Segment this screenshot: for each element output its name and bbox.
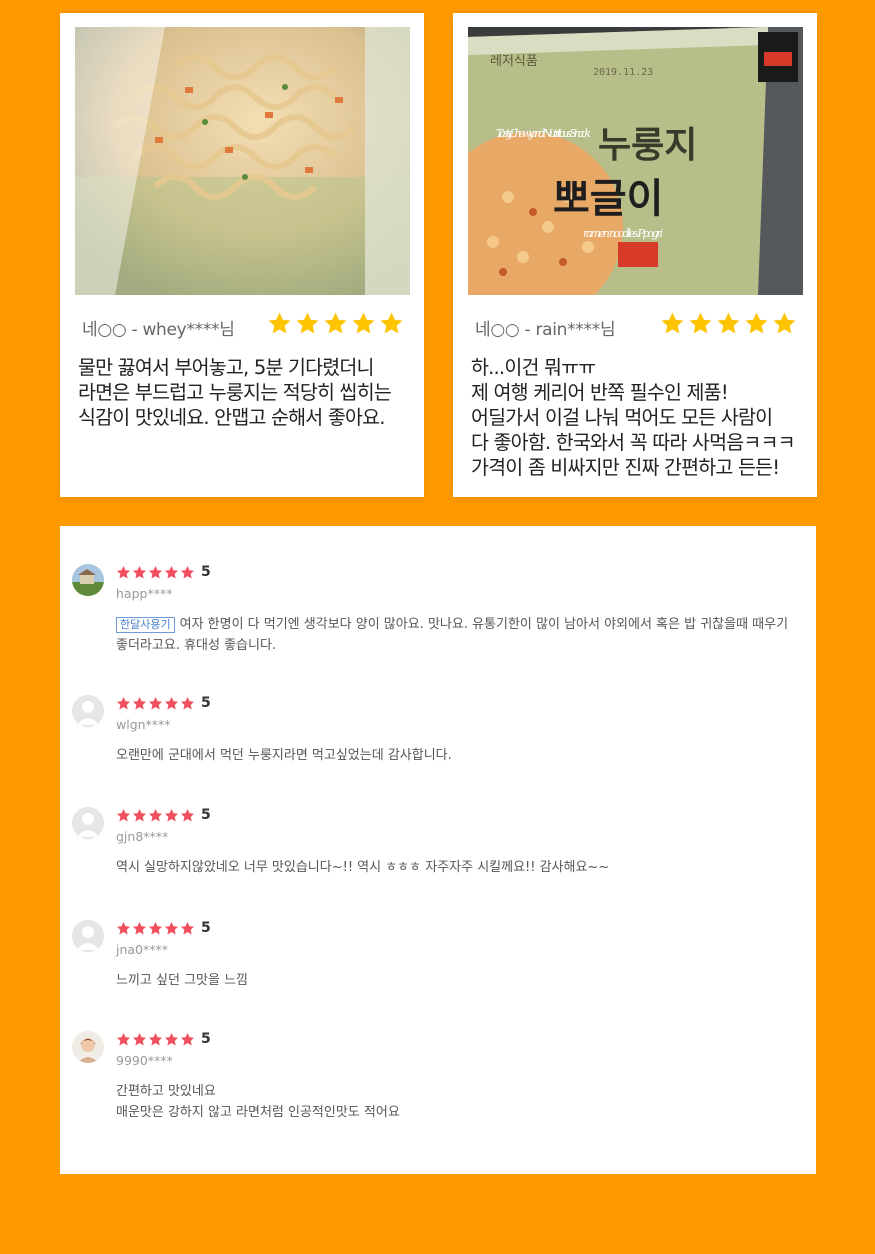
star-icon bbox=[116, 696, 131, 709]
list-item: 5 9990**** 간편하고 맛있네요 매운맛은 강하지 않고 라면처럼 인공… bbox=[60, 1031, 816, 1141]
rating-stars bbox=[116, 1032, 195, 1047]
reviewer-name: 네○○ - rain****님 bbox=[475, 320, 616, 340]
svg-text:누룽지: 누룽지 bbox=[598, 125, 697, 166]
rating-stars bbox=[116, 565, 195, 580]
ramen-cup-photo bbox=[75, 27, 410, 295]
list-item: 5 wlgn**** 오랜만에 군대에서 먹던 누룽지라면 먹고싶었는데 감사합… bbox=[60, 695, 816, 775]
rating-stars bbox=[116, 808, 195, 823]
rating-row: 5 bbox=[116, 920, 211, 936]
rating-row: 5 bbox=[116, 695, 211, 711]
star-icon bbox=[745, 312, 768, 334]
star-icon bbox=[148, 921, 163, 934]
star-icon bbox=[148, 808, 163, 821]
star-icon bbox=[132, 808, 147, 821]
star-icon bbox=[132, 1032, 147, 1045]
reviewer-id: happ**** bbox=[116, 586, 173, 601]
star-icon bbox=[116, 921, 131, 934]
star-icon bbox=[116, 808, 131, 821]
reviewer-name: 네○○ - whey****님 bbox=[82, 320, 235, 340]
star-icon bbox=[689, 312, 712, 334]
default-user-avatar bbox=[72, 695, 104, 727]
review-text: 물만 끓여서 부어놓고, 5분 기다렸더니 라면은 부드럽고 누룽지는 적당히 … bbox=[78, 356, 392, 429]
svg-text:ramen noodles Ppogri: ramen noodles Ppogri bbox=[583, 227, 663, 240]
star-icon bbox=[661, 312, 684, 334]
review-text: 하...이건 뭐ㅠㅠ 제 여행 케리어 반쪽 필수인 제품! 어딜가서 이걸 나… bbox=[471, 356, 796, 479]
star-icon bbox=[164, 808, 179, 821]
star-icon bbox=[116, 565, 131, 578]
svg-text:Tasty, Chewy, and Nutritious S: Tasty, Chewy, and Nutritious Snack bbox=[496, 127, 591, 140]
rating-stars bbox=[660, 311, 797, 336]
review-text: 느끼고 싶던 그맛을 느낌 bbox=[116, 973, 248, 988]
star-icon bbox=[324, 312, 347, 334]
star-icon bbox=[164, 696, 179, 709]
rating-stars bbox=[267, 311, 404, 336]
review-text: 간편하고 맛있네요 매운맛은 강하지 않고 라면처럼 인공적인맛도 적어요 bbox=[116, 1084, 400, 1120]
photo-review-card: 네○○ - whey****님 물만 끓여서 부어놓고, 5분 기다렸더니 라면… bbox=[60, 13, 424, 497]
svg-text:레저식품: 레저식품 bbox=[490, 54, 538, 69]
default-user-avatar bbox=[72, 920, 104, 952]
star-icon bbox=[164, 1032, 179, 1045]
star-icon bbox=[148, 565, 163, 578]
default-user-avatar bbox=[72, 807, 104, 839]
review-text: 오랜만에 군대에서 먹던 누룽지라면 먹고싶었는데 감사합니다. bbox=[116, 748, 452, 763]
reviewer-id: 9990**** bbox=[116, 1053, 173, 1068]
reviewer-id: gjn8**** bbox=[116, 829, 169, 844]
rating-stars bbox=[116, 696, 195, 711]
person-photo-avatar bbox=[72, 1031, 104, 1063]
list-item: 5 jna0**** 느끼고 싶던 그맛을 느낌 bbox=[60, 920, 816, 1000]
reviewer-id: jna0**** bbox=[116, 942, 169, 957]
rating-score: 5 bbox=[201, 1031, 211, 1047]
star-icon bbox=[148, 696, 163, 709]
star-icon bbox=[352, 312, 375, 334]
photo-review-card: 레저식품 2019.11.23 Tasty, Chewy, and Nutrit… bbox=[453, 13, 817, 497]
star-icon bbox=[268, 312, 291, 334]
star-icon bbox=[296, 312, 319, 334]
usage-tag: 한달사용기 bbox=[116, 617, 175, 633]
product-package-photo: 레저식품 2019.11.23 Tasty, Chewy, and Nutrit… bbox=[468, 27, 803, 295]
list-item: 5 happ**** 한달사용기 여자 한명이 다 먹기엔 생각보다 양이 많아요… bbox=[60, 564, 816, 664]
rating-score: 5 bbox=[201, 807, 211, 823]
review-text: 여자 한명이 다 먹기엔 생각보다 양이 많아요. 맛나요. 유통기한이 많이 … bbox=[116, 617, 789, 653]
star-icon bbox=[180, 1032, 195, 1045]
star-icon bbox=[148, 1032, 163, 1045]
rating-score: 5 bbox=[201, 920, 211, 936]
rating-score: 5 bbox=[201, 695, 211, 711]
rating-row: 5 bbox=[116, 807, 211, 823]
review-body: 한달사용기 여자 한명이 다 먹기엔 생각보다 양이 많아요. 맛나요. 유통기한… bbox=[116, 614, 804, 656]
star-icon bbox=[380, 312, 403, 334]
star-icon bbox=[116, 1032, 131, 1045]
review-list: 5 happ**** 한달사용기 여자 한명이 다 먹기엔 생각보다 양이 많아요… bbox=[60, 526, 816, 1174]
star-icon bbox=[132, 921, 147, 934]
star-icon bbox=[164, 565, 179, 578]
star-icon bbox=[180, 696, 195, 709]
landscape-avatar bbox=[72, 564, 104, 596]
star-icon bbox=[164, 921, 179, 934]
star-icon bbox=[180, 808, 195, 821]
rating-row: 5 bbox=[116, 1031, 211, 1047]
list-item: 5 gjn8**** 역시 실망하지않았네오 너무 맛있습니다~!! 역시 ㅎㅎ… bbox=[60, 807, 816, 887]
star-icon bbox=[717, 312, 740, 334]
star-icon bbox=[180, 921, 195, 934]
svg-text:2019.11.23: 2019.11.23 bbox=[593, 67, 653, 78]
review-text: 역시 실망하지않았네오 너무 맛있습니다~!! 역시 ㅎㅎㅎ 자주자주 시킬께요… bbox=[116, 860, 610, 875]
rating-row: 5 bbox=[116, 564, 211, 580]
reviewer-id: wlgn**** bbox=[116, 717, 171, 732]
rating-score: 5 bbox=[201, 564, 211, 580]
svg-text:뽀글이: 뽀글이 bbox=[553, 176, 663, 222]
star-icon bbox=[132, 565, 147, 578]
star-icon bbox=[773, 312, 796, 334]
rating-stars bbox=[116, 921, 195, 936]
star-icon bbox=[132, 696, 147, 709]
star-icon bbox=[180, 565, 195, 578]
